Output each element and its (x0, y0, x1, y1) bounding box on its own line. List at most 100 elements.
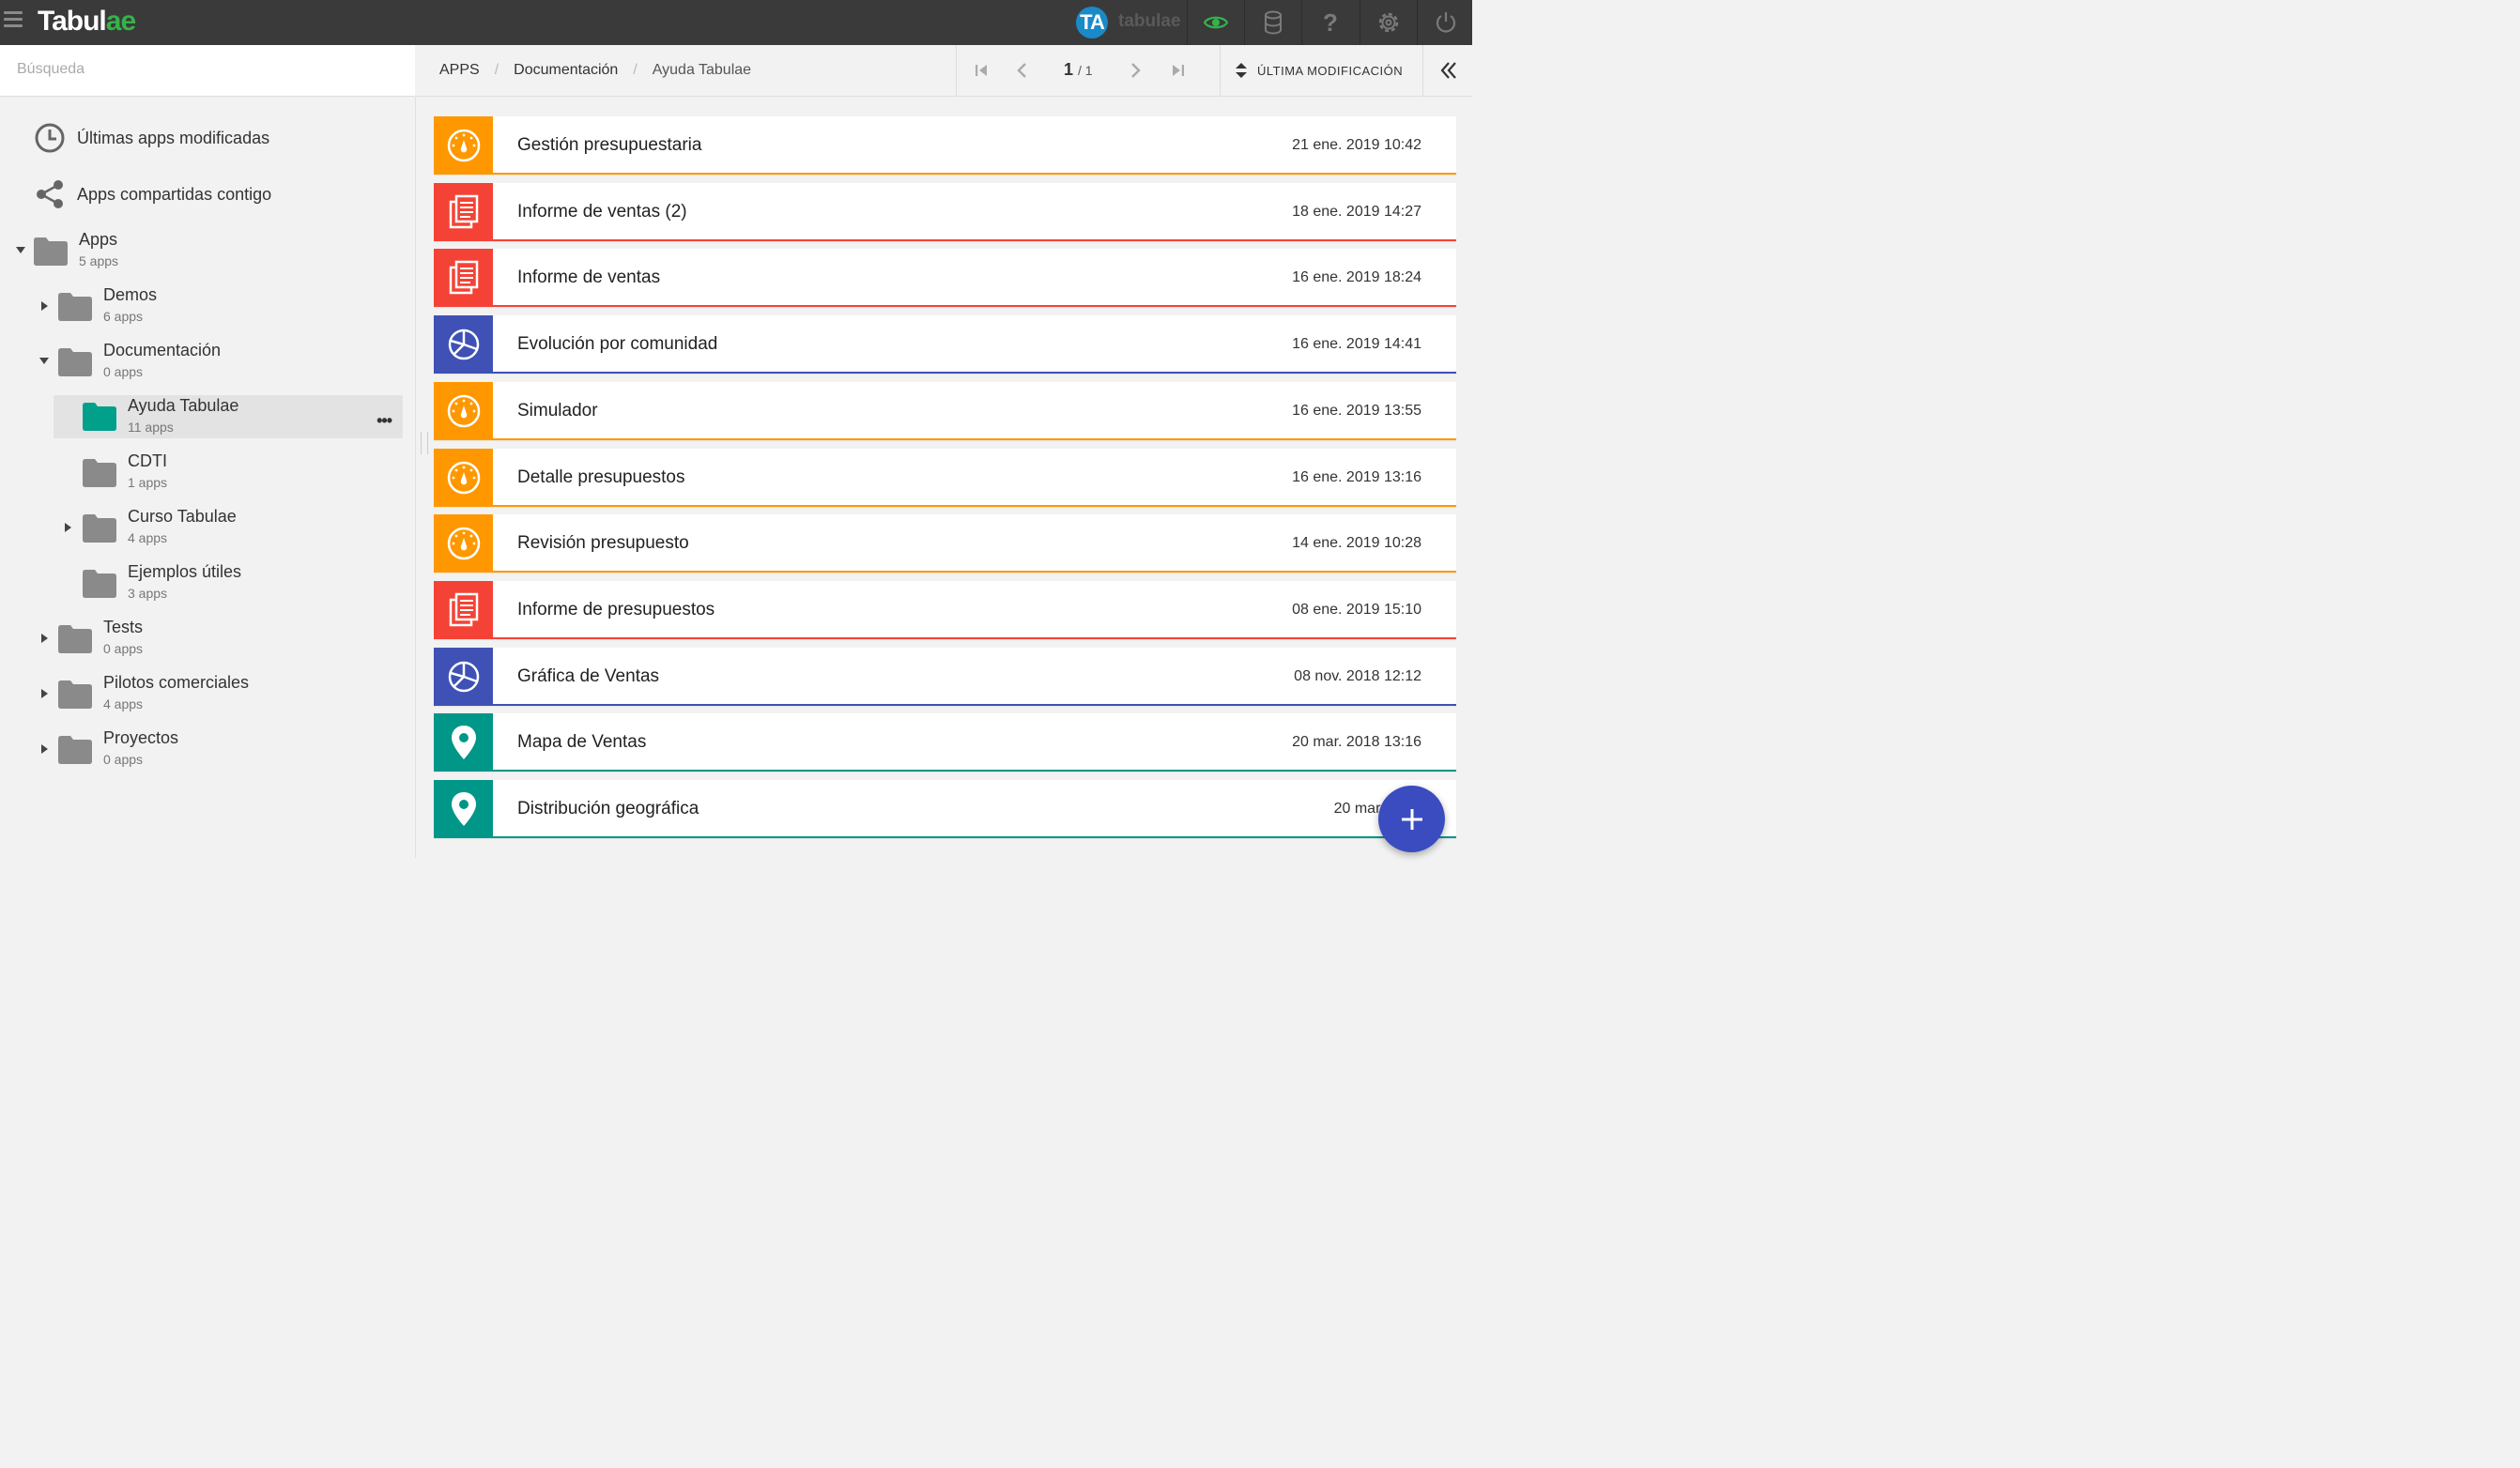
power-button[interactable] (1417, 0, 1474, 45)
app-list-item[interactable]: Informe de ventas 16 ene. 2019 18:24 (434, 249, 1456, 308)
app-name: Gráfica de Ventas (517, 665, 660, 686)
pie-chart-icon (448, 661, 479, 692)
tree-node-name: Demos (103, 285, 158, 304)
sort-control[interactable]: ÚLTIMA MODIFICACIÓN (1235, 45, 1403, 96)
tree-node-name: Apps (79, 230, 118, 249)
settings-button[interactable] (1360, 0, 1417, 45)
app-color-underline (493, 836, 1456, 838)
app-name: Revisión presupuesto (517, 533, 689, 554)
app-type-badge (434, 647, 493, 706)
tree-node-name: Documentación (103, 341, 222, 359)
tree-node-tests[interactable]: Tests 0 apps (38, 618, 394, 665)
double-chevron-left-icon (1440, 62, 1456, 79)
app-type-badge (434, 514, 493, 573)
pie-chart-icon (448, 329, 479, 360)
app-list-item[interactable]: Distribución geográfica 20 mar. 2018 (434, 780, 1456, 838)
eye-button[interactable] (1187, 0, 1244, 45)
user-avatar[interactable]: TA (1076, 7, 1108, 38)
app-name: Informe de ventas (2) (517, 201, 687, 222)
report-icon (449, 592, 478, 627)
app-name: Simulador (517, 400, 598, 421)
tree-node-count: 11 apps (128, 420, 174, 435)
app-list-item[interactable]: Mapa de Ventas 20 mar. 2018 13:16 (434, 713, 1456, 772)
tree-node-cdti[interactable]: CDTI 1 apps (62, 451, 400, 498)
gauge-icon (447, 527, 480, 560)
app-color-underline (493, 504, 1456, 507)
app-color-underline (493, 437, 1456, 440)
app-name: Detalle presupuestos (517, 466, 685, 487)
help-icon: ? (1323, 10, 1338, 35)
tree-node-ayuda-tabulae[interactable]: Ayuda Tabulae 11 apps ••• (54, 395, 403, 438)
gauge-icon (447, 129, 480, 162)
tree-node-count: 0 apps (103, 364, 144, 379)
sort-label: ÚLTIMA MODIFICACIÓN (1257, 63, 1404, 78)
recent-apps-link[interactable]: Últimas apps modificadas (34, 119, 269, 157)
collapsed-arrow-icon[interactable] (41, 634, 48, 643)
folder-icon (58, 625, 92, 653)
tree-node-name: CDTI (128, 451, 167, 470)
app-logo[interactable]: Tabulae (38, 6, 136, 38)
app-name: Informe de presupuestos (517, 599, 715, 619)
app-list-item[interactable]: Evolución por comunidad 16 ene. 2019 14:4… (434, 315, 1456, 375)
app-modified-date: 20 mar. 2018 13:16 (1292, 734, 1421, 751)
expanded-arrow-icon[interactable] (16, 247, 25, 253)
collapsed-arrow-icon[interactable] (41, 301, 48, 311)
app-list-item[interactable]: Detalle presupuestos 16 ene. 2019 13:16 (434, 448, 1456, 507)
app-list-item[interactable]: Revisión presupuesto 14 ene. 2019 10:28 (434, 514, 1456, 573)
tree-node-name: Proyectos (103, 728, 179, 747)
tree-node-ejemplos-utiles[interactable]: Ejemplos útiles 3 apps (62, 562, 400, 609)
app-list-item[interactable]: Informe de ventas (2) 18 ene. 2019 14:27 (434, 182, 1456, 241)
tree-node-name: Pilotos comerciales (103, 673, 250, 692)
last-page-icon[interactable] (1169, 61, 1188, 80)
help-button[interactable]: ? (1301, 0, 1359, 45)
collapsed-arrow-icon[interactable] (41, 744, 48, 754)
page-indicator: 1 / 1 (1064, 60, 1093, 80)
folder-icon (58, 348, 92, 376)
breadcrumb-apps[interactable]: APPS (439, 62, 480, 79)
app-name: Informe de ventas (517, 268, 661, 288)
collapse-panel-button[interactable] (1422, 45, 1473, 96)
database-icon (1265, 10, 1282, 35)
panel-resize-handle[interactable] (421, 432, 428, 454)
app-color-underline (493, 703, 1456, 706)
app-list-item[interactable]: Gestión presupuestaria 21 ene. 2019 10:42 (434, 116, 1456, 175)
app-type-badge (434, 780, 493, 838)
shared-apps-link[interactable]: Apps compartidas contigo (34, 176, 271, 213)
shared-apps-label: Apps compartidas contigo (77, 184, 272, 204)
tree-node-proyectos[interactable]: Proyectos 0 apps (38, 728, 394, 775)
tree-node-name: Ejemplos útiles (128, 562, 242, 581)
collapsed-arrow-icon[interactable] (41, 689, 48, 698)
database-button[interactable] (1244, 0, 1301, 45)
tree-node-apps[interactable]: Apps 5 apps (13, 230, 389, 277)
prev-page-icon[interactable] (1013, 61, 1032, 80)
first-page-icon[interactable] (972, 61, 991, 80)
app-color-underline (493, 571, 1456, 573)
more-options-icon[interactable]: ••• (376, 411, 392, 431)
breadcrumb-documentacion[interactable]: Documentación (514, 62, 618, 79)
logo-text: Tabul (38, 6, 107, 37)
map-marker-icon (451, 792, 476, 826)
app-color-underline (493, 238, 1456, 241)
app-list-item[interactable]: Simulador 16 ene. 2019 13:55 (434, 381, 1456, 440)
folder-icon (58, 293, 92, 321)
tree-node-count: 0 apps (103, 752, 144, 767)
expanded-arrow-icon[interactable] (39, 358, 49, 364)
menu-icon[interactable] (4, 11, 23, 28)
search-input[interactable] (0, 45, 392, 94)
tree-node-pilotos-comerciales[interactable]: Pilotos comerciales 4 apps (38, 673, 394, 720)
user-name[interactable]: tabulae (1118, 11, 1181, 32)
app-modified-date: 16 ene. 2019 13:55 (1292, 402, 1421, 419)
tree-node-count: 4 apps (103, 696, 144, 711)
tree-node-demos[interactable]: Demos 6 apps (38, 285, 394, 332)
total-pages: / 1 (1078, 63, 1093, 78)
collapsed-arrow-icon[interactable] (65, 523, 71, 532)
app-type-badge (434, 315, 493, 375)
tree-node-curso-tabulae[interactable]: Curso Tabulae 4 apps (62, 507, 400, 554)
tree-node-documentacion[interactable]: Documentación 0 apps (38, 341, 394, 388)
next-page-icon[interactable] (1126, 61, 1145, 80)
app-list-item[interactable]: Gráfica de Ventas 08 nov. 2018 12:12 (434, 647, 1456, 706)
clock-icon (35, 123, 65, 153)
add-app-button[interactable] (1378, 786, 1445, 852)
breadcrumb-separator: / (633, 62, 638, 78)
app-list-item[interactable]: Informe de presupuestos 08 ene. 2019 15:1… (434, 580, 1456, 639)
